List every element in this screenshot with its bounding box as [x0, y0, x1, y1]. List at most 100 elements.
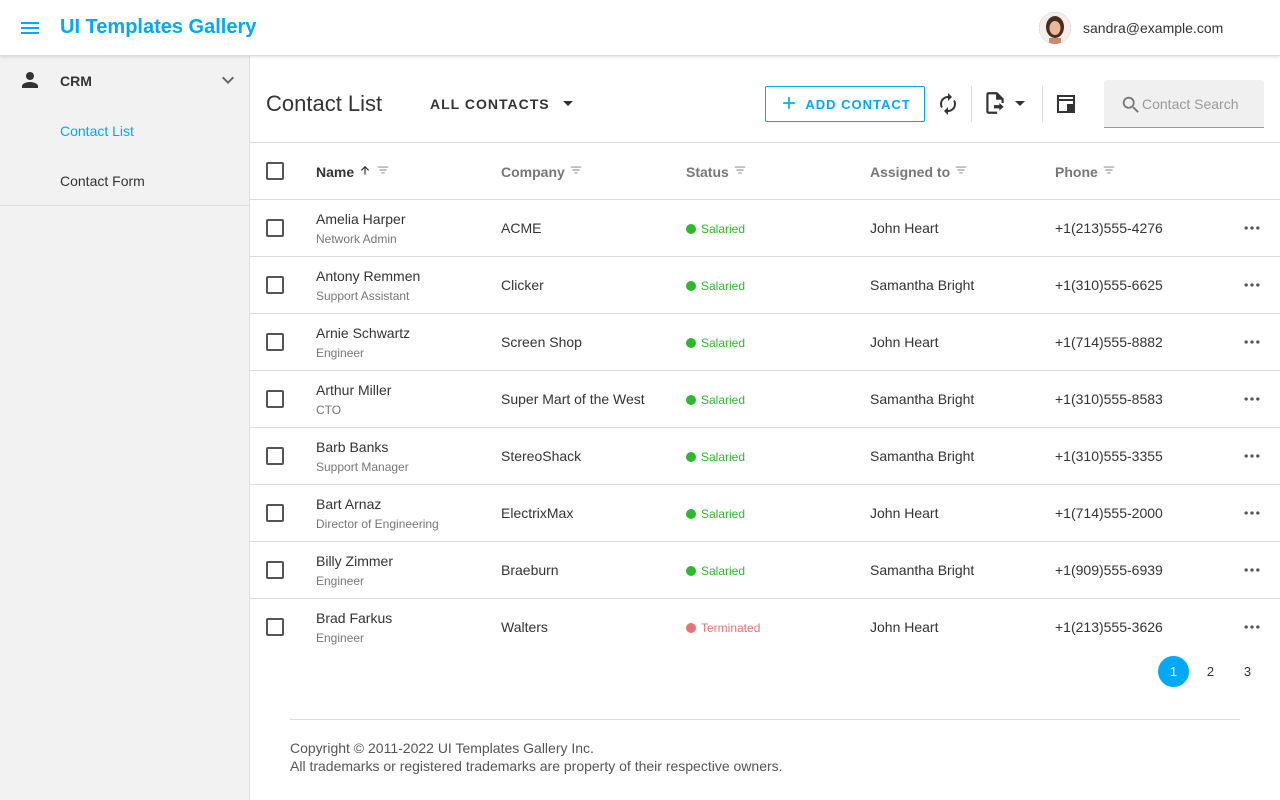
contact-search[interactable] [1104, 80, 1264, 128]
more-options-icon[interactable] [1240, 273, 1264, 297]
row-checkbox[interactable] [266, 276, 284, 294]
sidebar-divider [0, 205, 249, 206]
column-header-label: Company [501, 163, 565, 180]
more-options-icon[interactable] [1240, 387, 1264, 411]
column-header-label: Phone [1055, 163, 1098, 180]
sidebar-item-contact-list[interactable]: Contact List [0, 106, 249, 156]
status-badge: Salaried [686, 336, 745, 350]
contact-phone: +1(213)555-3626 [1055, 619, 1163, 635]
status-badge: Salaried [686, 507, 745, 521]
contact-name: Barb Banks [316, 439, 389, 455]
column-header-company[interactable]: Company [501, 163, 583, 180]
avatar[interactable] [1039, 12, 1071, 44]
column-header-name[interactable]: Name [316, 163, 390, 180]
more-options-icon[interactable] [1240, 444, 1264, 468]
export-icon [982, 90, 1008, 119]
page-button[interactable]: 2 [1195, 656, 1226, 687]
user-email[interactable]: sandra@example.com [1083, 20, 1223, 36]
refresh-icon[interactable] [934, 90, 962, 118]
column-header-assigned[interactable]: Assigned to [870, 163, 968, 180]
table-row[interactable]: Bart Arnaz Director of Engineering Electri… [250, 485, 1280, 542]
contact-company: Braeburn [501, 562, 559, 578]
status-dot [686, 224, 696, 234]
row-checkbox[interactable] [266, 390, 284, 408]
contact-name: Billy Zimmer [316, 553, 393, 569]
select-all-checkbox[interactable] [266, 162, 284, 180]
contact-assigned: John Heart [870, 220, 939, 236]
table-row[interactable]: Arthur Miller CTO Super Mart of the West Sa… [250, 371, 1280, 428]
contact-assigned: John Heart [870, 619, 939, 635]
more-options-icon[interactable] [1240, 558, 1264, 582]
filter-icon[interactable] [376, 163, 390, 180]
contacts-filter-dropdown[interactable]: ALL CONTACTS [430, 92, 580, 116]
page-title: Contact List [266, 91, 383, 116]
contact-assigned: John Heart [870, 505, 939, 521]
more-options-icon[interactable] [1240, 330, 1264, 354]
menu-icon[interactable] [14, 12, 46, 44]
contact-assigned: Samantha Bright [870, 391, 975, 407]
status-label: Salaried [701, 279, 746, 293]
table-row[interactable]: Antony Remmen Support Assistant Clicker Sal… [250, 257, 1280, 314]
contact-position: Network Admin [316, 232, 397, 246]
column-header-label: Status [686, 163, 729, 180]
contact-assigned: Samantha Bright [870, 448, 975, 464]
status-label: Salaried [701, 393, 746, 407]
sidebar-group-crm[interactable]: CRM [0, 56, 249, 104]
more-options-icon[interactable] [1240, 615, 1264, 639]
filter-icon[interactable] [733, 163, 747, 180]
column-header-status[interactable]: Status [686, 163, 747, 180]
contact-company: Walters [501, 619, 548, 635]
table-row[interactable]: Billy Zimmer Engineer Braeburn Salaried Sama… [250, 542, 1280, 599]
status-dot [686, 281, 696, 291]
filter-icon[interactable] [1102, 163, 1116, 180]
contact-phone: +1(714)555-2000 [1055, 505, 1163, 521]
status-dot [686, 338, 696, 348]
row-checkbox[interactable] [266, 333, 284, 351]
contact-assigned: John Heart [870, 334, 939, 350]
add-contact-label: ADD CONTACT [805, 96, 911, 112]
row-checkbox[interactable] [266, 219, 284, 237]
status-dot [686, 623, 696, 633]
contact-company: ElectrixMax [501, 505, 574, 521]
contact-company: Screen Shop [501, 334, 582, 350]
contact-company: Super Mart of the West [501, 391, 645, 407]
sidebar-item-contact-form[interactable]: Contact Form [0, 156, 249, 206]
table-row[interactable]: Brad Farkus Engineer Walters Terminated John… [250, 599, 1280, 656]
column-header-label: Name [316, 163, 355, 180]
status-label: Salaried [701, 222, 746, 236]
add-contact-button[interactable]: ADD CONTACT [765, 86, 925, 122]
contacts-table: Name Company Status Assigned to Phone Am… [250, 143, 1280, 656]
column-header-phone[interactable]: Phone [1055, 163, 1116, 180]
status-badge: Salaried [686, 279, 745, 293]
status-dot [686, 566, 696, 576]
sidebar: CRM Contact List Contact Form [0, 56, 250, 800]
contact-position: Support Assistant [316, 289, 410, 303]
table-row[interactable]: Arnie Schwartz Engineer Screen Shop Salarie… [250, 314, 1280, 371]
plus-icon [779, 93, 799, 116]
page-button[interactable]: 3 [1232, 656, 1263, 687]
row-checkbox[interactable] [266, 504, 284, 522]
row-checkbox[interactable] [266, 561, 284, 579]
app-title[interactable]: UI Templates Gallery [60, 16, 256, 39]
contact-phone: +1(310)555-8583 [1055, 391, 1163, 407]
contact-name: Bart Arnaz [316, 496, 382, 512]
row-checkbox[interactable] [266, 618, 284, 636]
contact-position: CTO [316, 403, 342, 417]
footer-copyright: Copyright © 2011-2022 UI Templates Galle… [290, 740, 594, 756]
status-label: Salaried [701, 564, 746, 578]
table-row[interactable]: Amelia Harper Network Admin ACME Salaried Jo… [250, 200, 1280, 257]
contact-position: Engineer [316, 574, 365, 588]
contact-company: ACME [501, 220, 542, 236]
search-input[interactable] [1142, 92, 1258, 116]
status-label: Salaried [701, 450, 746, 464]
row-checkbox[interactable] [266, 447, 284, 465]
column-chooser-icon[interactable] [1052, 90, 1080, 118]
table-row[interactable]: Barb Banks Support Manager StereoShack Sala… [250, 428, 1280, 485]
more-options-icon[interactable] [1240, 501, 1264, 525]
export-dropdown[interactable] [982, 90, 1036, 118]
page-button[interactable]: 1 [1158, 656, 1189, 687]
more-options-icon[interactable] [1240, 216, 1264, 240]
contact-name: Arthur Miller [316, 382, 392, 398]
filter-icon[interactable] [954, 163, 968, 180]
filter-icon[interactable] [569, 163, 583, 180]
